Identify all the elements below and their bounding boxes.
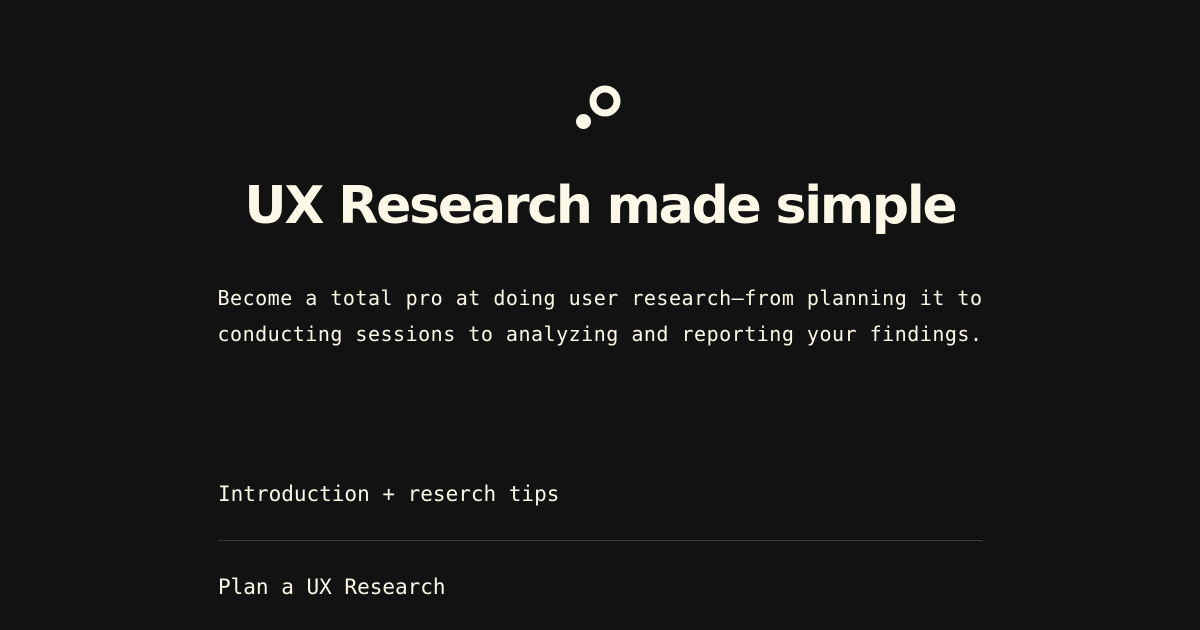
page-title: UX Research made simple bbox=[244, 176, 957, 236]
lesson-item-introduction[interactable]: Introduction + reserch tips bbox=[218, 468, 983, 541]
dot-circle-logo-icon bbox=[576, 85, 621, 129]
course-page: UX Research made simple Become a total p… bbox=[0, 0, 1200, 630]
lesson-list: Introduction + reserch tips Plan a UX Re… bbox=[218, 468, 983, 630]
lesson-item-plan-ux-research[interactable]: Plan a UX Research bbox=[218, 541, 983, 630]
course-description: Become a total pro at doing user researc… bbox=[217, 286, 983, 346]
